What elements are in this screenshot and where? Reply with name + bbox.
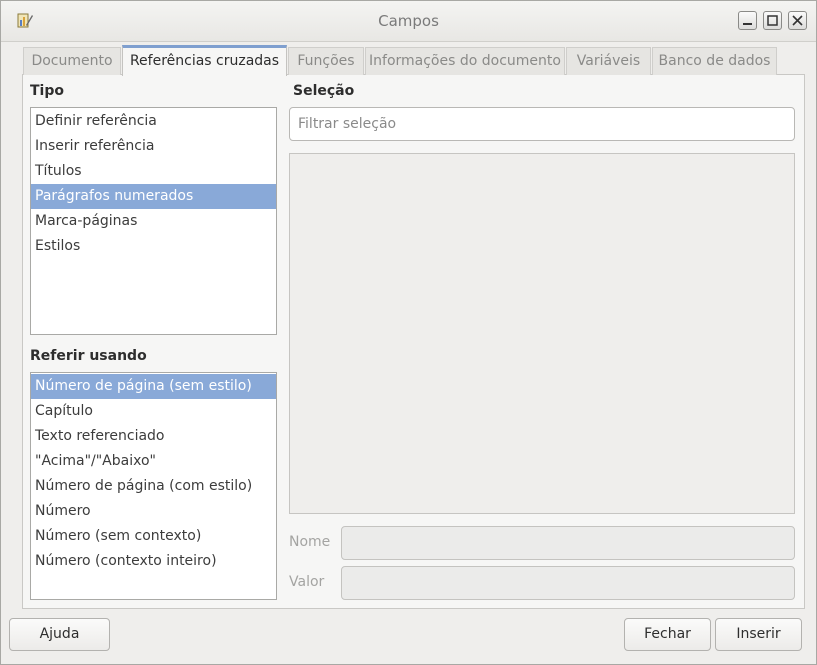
referir-usando-label: Referir usando: [30, 348, 147, 364]
tab-banco-de-dados[interactable]: Banco de dados: [652, 47, 777, 75]
window-title: Campos: [378, 12, 439, 30]
minimize-button[interactable]: [738, 11, 757, 30]
tab-documento[interactable]: Documento: [23, 47, 121, 75]
list-item[interactable]: Marca-páginas: [31, 209, 276, 234]
tab-informacoes-documento[interactable]: Informações do documento: [365, 47, 565, 75]
list-item[interactable]: Número (contexto inteiro): [31, 549, 276, 574]
insert-button[interactable]: Inserir: [715, 618, 802, 651]
list-item[interactable]: Estilos: [31, 234, 276, 259]
selecao-label: Seleção: [293, 83, 355, 99]
valor-field: [341, 566, 795, 600]
list-item[interactable]: Número (sem contexto): [31, 524, 276, 549]
help-button[interactable]: Ajuda: [9, 618, 110, 651]
referir-usando-list[interactable]: Número de página (sem estilo) Capítulo T…: [30, 372, 277, 600]
list-item-selected[interactable]: Parágrafos numerados: [31, 184, 276, 209]
close-button[interactable]: Fechar: [624, 618, 711, 651]
list-item-selected[interactable]: Número de página (sem estilo): [31, 374, 276, 399]
tab-variaveis[interactable]: Variáveis: [566, 47, 651, 75]
maximize-button[interactable]: [763, 11, 782, 30]
dialog-window: Campos Documento Referências cruzadas Fu…: [0, 0, 817, 665]
list-item[interactable]: Inserir referência: [31, 134, 276, 159]
tab-referencias-cruzadas[interactable]: Referências cruzadas: [122, 45, 287, 76]
tipo-list[interactable]: Definir referência Inserir referência Tí…: [30, 107, 277, 335]
list-item[interactable]: Número de página (com estilo): [31, 474, 276, 499]
list-item[interactable]: Texto referenciado: [31, 424, 276, 449]
nome-label: Nome: [289, 534, 331, 550]
list-item[interactable]: Capítulo: [31, 399, 276, 424]
close-window-button[interactable]: [788, 11, 807, 30]
list-item[interactable]: Títulos: [31, 159, 276, 184]
nome-field: [341, 526, 795, 560]
list-item[interactable]: "Acima"/"Abaixo": [31, 449, 276, 474]
selection-list[interactable]: [289, 153, 795, 514]
list-item[interactable]: Definir referência: [31, 109, 276, 134]
filter-selection-input[interactable]: [289, 107, 795, 141]
title-bar[interactable]: Campos: [1, 1, 816, 42]
valor-label: Valor: [289, 574, 325, 590]
list-item[interactable]: Número: [31, 499, 276, 524]
tab-funcoes[interactable]: Funções: [288, 47, 364, 75]
tipo-label: Tipo: [30, 83, 64, 99]
